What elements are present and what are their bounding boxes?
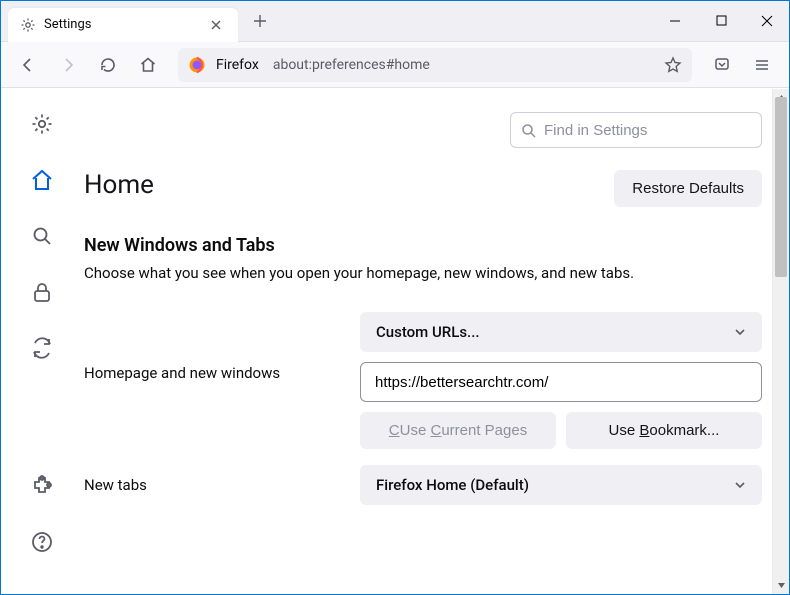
sidebar-home[interactable] <box>24 162 60 198</box>
sidebar-help[interactable] <box>24 524 60 560</box>
url-identity-label: Firefox <box>216 57 259 73</box>
save-to-pocket-button[interactable] <box>704 47 740 83</box>
new-tab-button[interactable] <box>244 5 276 37</box>
home-button[interactable] <box>130 47 166 83</box>
url-bar[interactable]: Firefox about:preferences#home <box>178 48 692 82</box>
use-bookmark-button[interactable]: Use Bookmark... <box>566 412 762 449</box>
newtabs-select[interactable]: Firefox Home (Default) <box>360 465 762 505</box>
page-title: Home <box>84 170 154 200</box>
homepage-mode-value: Custom URLs... <box>376 323 480 341</box>
window-controls <box>652 0 790 42</box>
app-menu-button[interactable] <box>744 47 780 83</box>
homepage-mode-select[interactable]: Custom URLs... <box>360 312 762 352</box>
chevron-down-icon <box>734 479 746 491</box>
gear-icon <box>20 17 36 33</box>
reload-button[interactable] <box>90 47 126 83</box>
vertical-scrollbar[interactable] <box>772 89 789 594</box>
firefox-logo-icon <box>188 56 206 74</box>
main-content: Home Restore Defaults New Windows and Ta… <box>84 88 790 594</box>
close-window-button[interactable] <box>744 0 790 42</box>
sidebar-sync[interactable] <box>24 330 60 366</box>
newtabs-label: New tabs <box>84 476 344 494</box>
forward-button[interactable] <box>50 47 86 83</box>
restore-defaults-button[interactable]: Restore Defaults <box>614 170 762 207</box>
scroll-thumb[interactable] <box>775 97 787 277</box>
section-title: New Windows and Tabs <box>84 235 762 256</box>
sidebar-search[interactable] <box>24 218 60 254</box>
url-text: about:preferences#home <box>273 57 654 73</box>
section-desc: Choose what you see when you open your h… <box>84 264 762 282</box>
chevron-down-icon <box>734 326 746 338</box>
sidebar-extensions[interactable] <box>24 468 60 504</box>
tab-title: Settings <box>44 17 198 32</box>
tab-close-button[interactable] <box>206 15 226 35</box>
use-current-pages-button[interactable]: CUse Current PagesUse Current Pages <box>360 412 556 449</box>
sidebar <box>0 88 84 594</box>
scroll-down-button[interactable] <box>773 577 789 594</box>
back-button[interactable] <box>10 47 46 83</box>
tab-settings[interactable]: Settings <box>8 8 238 42</box>
search-settings-box[interactable] <box>510 112 762 148</box>
toolbar: Firefox about:preferences#home <box>0 42 790 88</box>
titlebar: Settings <box>0 0 790 42</box>
bookmark-star-icon[interactable] <box>664 56 682 74</box>
sidebar-general[interactable] <box>24 106 60 142</box>
maximize-button[interactable] <box>698 0 744 42</box>
sidebar-privacy[interactable] <box>24 274 60 310</box>
homepage-url-input[interactable] <box>360 362 762 402</box>
search-icon <box>521 123 536 138</box>
newtabs-value: Firefox Home (Default) <box>376 476 529 494</box>
search-settings-input[interactable] <box>544 122 751 139</box>
minimize-button[interactable] <box>652 0 698 42</box>
homepage-label: Homepage and new windows <box>84 312 344 382</box>
